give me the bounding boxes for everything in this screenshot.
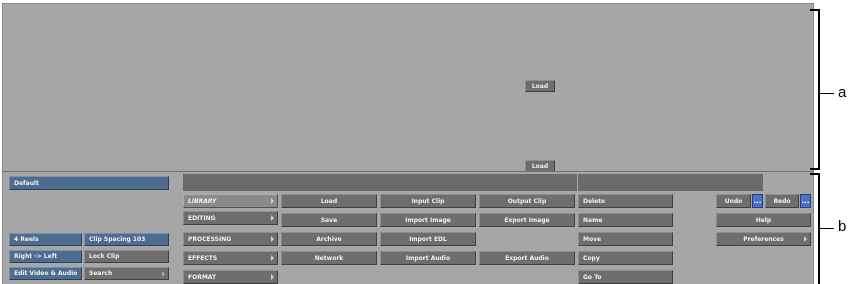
menu-item-label: FORMAT bbox=[188, 273, 217, 281]
help-button[interactable]: Help bbox=[716, 213, 811, 227]
input-clip-button[interactable]: Input Clip bbox=[380, 194, 476, 208]
undo-list-button[interactable]: ... bbox=[752, 194, 763, 208]
direction-button[interactable]: Right -> Left bbox=[9, 250, 82, 263]
name-button[interactable]: Name bbox=[578, 213, 673, 227]
chevron-right-icon bbox=[271, 236, 274, 242]
reels-count-button[interactable]: 4 Reels bbox=[9, 233, 82, 246]
chevron-right-icon bbox=[162, 270, 165, 277]
redo-button[interactable]: Redo bbox=[765, 194, 799, 208]
import-image-button[interactable]: Import Image bbox=[380, 213, 476, 227]
menu-item-processing[interactable]: PROCESSING bbox=[183, 232, 278, 246]
export-image-button[interactable]: Export Image bbox=[479, 213, 575, 227]
menu-item-editing[interactable]: EDITING bbox=[183, 211, 278, 225]
callout-b-label: b bbox=[838, 218, 847, 235]
clip-header-bar bbox=[578, 174, 763, 191]
menu-item-label: PROCESSING bbox=[188, 235, 232, 243]
chevron-right-icon bbox=[271, 198, 274, 204]
chevron-right-icon bbox=[271, 255, 274, 261]
viewer-divider bbox=[2, 171, 814, 172]
move-button[interactable]: Move bbox=[578, 232, 673, 246]
preferences-label: Preferences bbox=[743, 235, 784, 243]
preferences-button[interactable]: Preferences bbox=[716, 232, 811, 246]
import-edl-button[interactable]: Import EDL bbox=[380, 232, 476, 246]
save-button[interactable]: Save bbox=[281, 213, 377, 227]
import-audio-button[interactable]: Import Audio bbox=[380, 251, 476, 265]
menu-item-library[interactable]: LIBRARY bbox=[183, 194, 278, 208]
callout-a-bracket bbox=[818, 9, 820, 170]
callout-b-leader bbox=[820, 228, 834, 229]
network-button[interactable]: Network bbox=[281, 251, 377, 265]
callout-a-leader bbox=[820, 93, 834, 94]
chevron-right-icon bbox=[271, 215, 274, 221]
chevron-right-icon bbox=[804, 236, 807, 242]
search-label: Search bbox=[89, 270, 113, 277]
menu-item-effects[interactable]: EFFECTS bbox=[183, 251, 278, 265]
load-button[interactable]: Load bbox=[281, 194, 377, 208]
archive-button[interactable]: Archive bbox=[281, 232, 377, 246]
lock-clip-button[interactable]: Lock Clip bbox=[84, 250, 169, 263]
callout-a-label: a bbox=[838, 84, 847, 101]
viewer-load-button[interactable]: Load bbox=[525, 80, 555, 92]
go-to-button[interactable]: Go To bbox=[578, 270, 673, 284]
menu-item-label: EDITING bbox=[188, 214, 216, 222]
menu-item-label: LIBRARY bbox=[188, 197, 217, 205]
undo-button[interactable]: Undo bbox=[716, 194, 751, 208]
chevron-right-icon bbox=[271, 274, 274, 280]
copy-button[interactable]: Copy bbox=[578, 251, 673, 265]
clip-spacing-field[interactable]: Clip Spacing 103 bbox=[84, 233, 169, 246]
output-clip-button[interactable]: Output Clip bbox=[479, 194, 575, 208]
callout-a-bracket-top bbox=[810, 9, 820, 11]
callout-a-bracket-bottom bbox=[810, 168, 820, 170]
menu-header-bar bbox=[183, 174, 577, 191]
menu-item-format[interactable]: FORMAT bbox=[183, 270, 278, 284]
redo-list-button[interactable]: ... bbox=[800, 194, 811, 208]
callout-b-bracket-top bbox=[810, 173, 820, 175]
edit-mode-button[interactable]: Edit Video & Audio bbox=[9, 267, 82, 280]
export-audio-button[interactable]: Export Audio bbox=[479, 251, 575, 265]
setup-name-field[interactable]: Default bbox=[9, 176, 169, 190]
menu-item-label: EFFECTS bbox=[188, 254, 218, 262]
search-button[interactable]: Search bbox=[84, 267, 169, 280]
delete-button[interactable]: Delete bbox=[578, 194, 673, 208]
